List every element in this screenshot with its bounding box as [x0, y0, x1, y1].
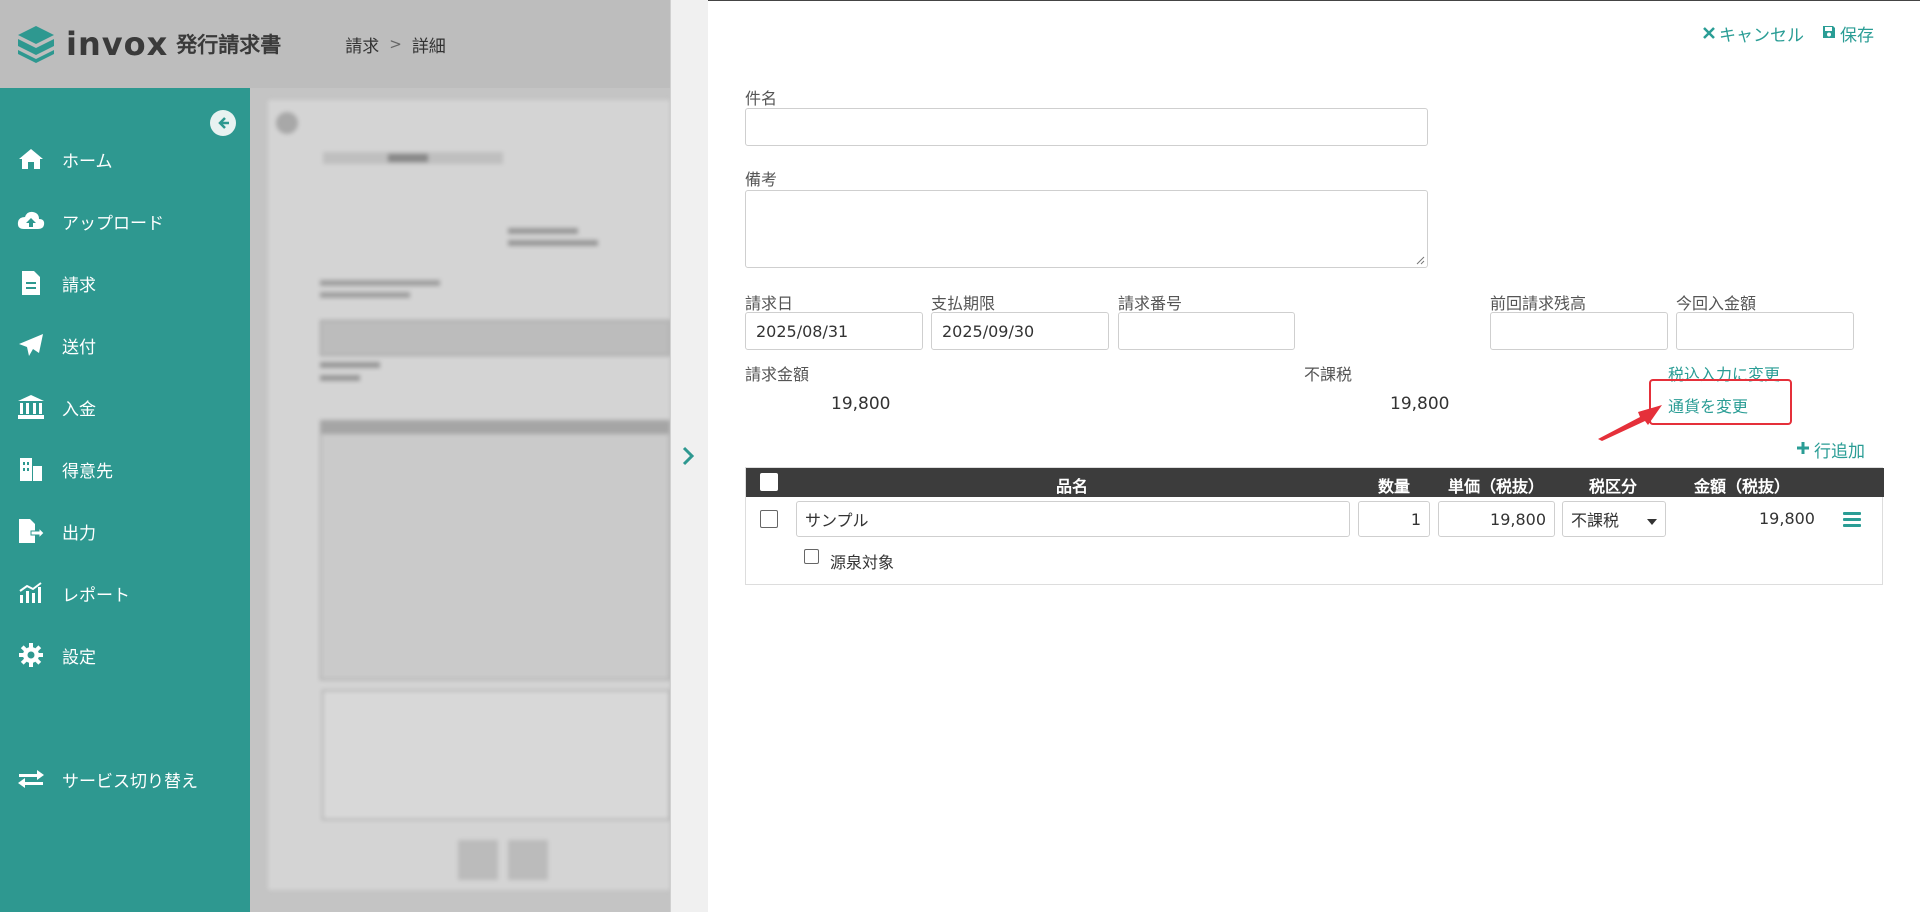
- tax-class-value: 不課税: [1571, 511, 1620, 530]
- invoice-number-label: 請求番号: [1118, 294, 1183, 313]
- subject-input[interactable]: [745, 108, 1428, 146]
- add-row-label: 行追加: [1814, 442, 1865, 462]
- withholding-label: 源泉対象: [830, 553, 895, 572]
- sidebar-item-label: 得意先: [62, 461, 113, 482]
- chart-icon: [16, 579, 46, 607]
- sidebar-item-customers[interactable]: 得意先: [0, 444, 250, 494]
- cancel-button[interactable]: キャンセル: [1703, 21, 1804, 46]
- column-header-qty: 数量: [1378, 477, 1411, 496]
- prev-balance-input[interactable]: [1490, 312, 1668, 350]
- withholding-checkbox[interactable]: [804, 549, 819, 564]
- annotation-arrow-icon: [1598, 405, 1662, 441]
- invoice-edit-panel: キャンセル 保存 件名 備考 請求日 2025/08/31 支払期限 2025/…: [708, 0, 1920, 912]
- sidebar-item-send[interactable]: 送付: [0, 320, 250, 370]
- sidebar-item-label: レポート: [62, 585, 130, 606]
- chevron-right-icon: >: [389, 35, 402, 53]
- table-header: 品名 数量 単価（税抜） 税区分 金額（税抜）: [746, 468, 1884, 497]
- sidebar-item-label: 請求: [62, 275, 96, 296]
- invoice-preview-page: [268, 100, 670, 890]
- caret-down-icon: [1647, 510, 1657, 529]
- gear-icon: [16, 641, 46, 669]
- logo[interactable]: invox 発行請求書: [16, 24, 281, 64]
- cancel-label: キャンセル: [1719, 26, 1804, 46]
- close-icon: [1703, 24, 1715, 44]
- row-menu-icon[interactable]: [1843, 512, 1861, 527]
- sidebar-item-report[interactable]: レポート: [0, 568, 250, 618]
- sidebar-item-label: アップロード: [62, 213, 164, 234]
- save-label: 保存: [1840, 26, 1874, 46]
- prev-balance-label: 前回請求残高: [1490, 294, 1587, 313]
- sidebar-item-label: 出力: [62, 523, 96, 544]
- sidebar: ホーム アップロード 請求 送付 入金 得意先 出力 レポート 設定 サービス切…: [0, 88, 250, 912]
- current-payment-input[interactable]: [1676, 312, 1854, 350]
- amount-label: 請求金額: [745, 365, 810, 384]
- tax-category-value: 19,800: [1390, 394, 1450, 414]
- file-export-icon: [16, 517, 46, 545]
- logo-icon: [16, 24, 56, 64]
- invoice-number-input[interactable]: [1118, 312, 1295, 350]
- highlight-box: [1649, 379, 1792, 425]
- sidebar-item-export[interactable]: 出力: [0, 506, 250, 556]
- sidebar-item-label: 設定: [62, 647, 96, 668]
- sidebar-item-label: 送付: [62, 337, 96, 358]
- drawer-toggle-strip[interactable]: [670, 0, 708, 912]
- subject-label: 件名: [745, 89, 778, 108]
- document-icon: [16, 269, 46, 297]
- quantity-input[interactable]: 1: [1358, 501, 1430, 537]
- amount-value: 19,800: [831, 394, 891, 414]
- sidebar-item-label: サービス切り替え: [62, 771, 198, 792]
- line-items-table: 品名 数量 単価（税抜） 税区分 金額（税抜） サンプル 1 19,800 不課…: [745, 467, 1884, 585]
- item-name-input[interactable]: サンプル: [796, 501, 1350, 537]
- invoice-date-input[interactable]: 2025/08/31: [745, 312, 923, 350]
- resize-handle-icon[interactable]: [1415, 255, 1425, 265]
- panel-actions: キャンセル 保存: [1703, 21, 1874, 46]
- exchange-icon: [16, 765, 46, 793]
- logo-text: invox: [66, 25, 169, 63]
- row-checkbox[interactable]: [760, 510, 778, 528]
- sidebar-item-payment[interactable]: 入金: [0, 382, 250, 432]
- plus-icon: [1796, 440, 1810, 460]
- column-header-amount: 金額（税抜）: [1694, 477, 1791, 496]
- paper-plane-icon: [16, 331, 46, 359]
- select-all-checkbox[interactable]: [760, 473, 778, 491]
- logo-subtitle: 発行請求書: [176, 33, 282, 57]
- cloud-upload-icon: [16, 207, 46, 235]
- sidebar-item-label: 入金: [62, 399, 96, 420]
- save-button[interactable]: 保存: [1822, 21, 1874, 46]
- tax-class-select[interactable]: 不課税: [1562, 501, 1666, 537]
- breadcrumb-item-invoice[interactable]: 請求: [345, 32, 379, 57]
- due-date-input[interactable]: 2025/09/30: [931, 312, 1109, 350]
- add-row-button[interactable]: 行追加: [1796, 437, 1865, 462]
- bank-icon: [16, 393, 46, 421]
- unit-price-input[interactable]: 19,800: [1438, 501, 1555, 537]
- home-icon: [16, 145, 46, 173]
- note-label: 備考: [745, 170, 778, 189]
- tax-category-label: 不課税: [1304, 365, 1353, 384]
- breadcrumb-item-detail: 詳細: [411, 36, 446, 57]
- app-header: invox 発行請求書 請求 > 詳細: [0, 0, 670, 88]
- sidebar-item-service-switch[interactable]: サービス切り替え: [0, 754, 250, 804]
- sidebar-item-invoice[interactable]: 請求: [0, 258, 250, 308]
- save-icon: [1822, 24, 1836, 44]
- collapse-sidebar-icon[interactable]: [210, 110, 236, 136]
- chevron-right-icon[interactable]: [681, 446, 695, 472]
- building-icon: [16, 455, 46, 483]
- breadcrumb: 請求 > 詳細: [345, 32, 446, 57]
- sidebar-item-label: ホーム: [62, 151, 113, 172]
- sidebar-item-upload[interactable]: アップロード: [0, 196, 250, 246]
- column-header-tax-class: 税区分: [1589, 477, 1638, 496]
- invoice-preview: [250, 88, 670, 912]
- sidebar-item-home[interactable]: ホーム: [0, 134, 250, 184]
- note-textarea[interactable]: [745, 190, 1428, 268]
- invoice-date-label: 請求日: [745, 294, 794, 313]
- column-header-item: 品名: [1056, 477, 1089, 496]
- sidebar-item-settings[interactable]: 設定: [0, 630, 250, 680]
- column-header-unit-price: 単価（税抜）: [1448, 477, 1545, 496]
- current-payment-label: 今回入金額: [1676, 294, 1757, 313]
- due-date-label: 支払期限: [931, 294, 996, 313]
- line-amount: 19,800: [1759, 509, 1815, 528]
